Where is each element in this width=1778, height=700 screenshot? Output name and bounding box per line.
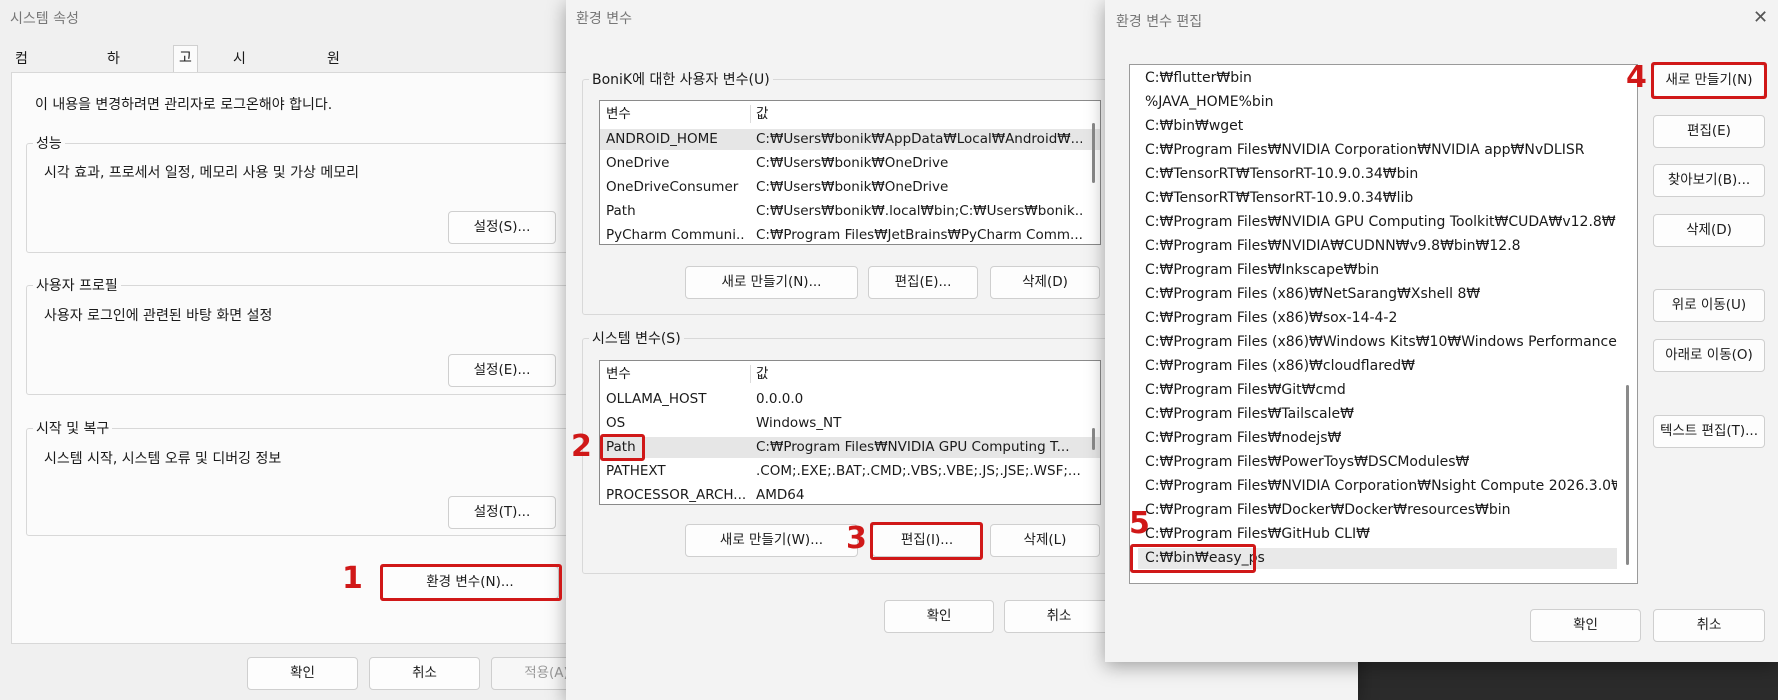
edit-text-button[interactable]: 텍스트 편집(T)...	[1653, 415, 1765, 448]
column-header-value[interactable]: 값	[756, 104, 768, 125]
step-3-label: 3	[846, 521, 867, 556]
list-item[interactable]: C:₩TensorRT₩TensorRT-10.9.0.34₩bin	[1138, 164, 1617, 185]
table-row[interactable]: PATHEXT .COM;.EXE;.BAT;.CMD;.VBS;.VBE;.J…	[600, 461, 1100, 482]
list-item[interactable]: C:₩Program Files₩nodejs₩	[1138, 428, 1617, 449]
list-header: 변수 값	[600, 364, 1100, 385]
list-item[interactable]: C:₩Program Files (x86)₩sox-14-4-2	[1138, 308, 1617, 329]
tab-computer-name[interactable]: 컴퓨터 이름	[10, 47, 33, 163]
tab-remote[interactable]: 원격	[322, 47, 345, 91]
startup-recovery-legend: 시작 및 복구	[36, 421, 110, 437]
highlight-system-edit-button	[870, 522, 983, 560]
user-variables-list[interactable]: 변수 값 ANDROID_HOME C:₩Users₩bonik₩AppData…	[599, 100, 1101, 245]
edit-button[interactable]: 편집(E)	[1653, 115, 1765, 148]
step-4-label: 4	[1626, 60, 1647, 95]
list-item[interactable]: C:₩Program Files (x86)₩NetSarang₩Xshell …	[1138, 284, 1617, 305]
performance-desc: 시각 효과, 프로세서 일정, 메모리 사용 및 가상 메모리	[44, 165, 359, 181]
close-icon[interactable]: ✕	[1753, 7, 1768, 28]
column-separator	[750, 365, 751, 383]
table-row[interactable]: ANDROID_HOME C:₩Users₩bonik₩AppData₩Loca…	[600, 129, 1100, 150]
list-header: 변수 값	[600, 104, 1100, 125]
dialog-title: 시스템 속성	[10, 11, 79, 27]
table-row[interactable]: OneDriveConsumer C:₩Users₩bonik₩OneDrive	[600, 177, 1100, 198]
dialog-title: 환경 변수	[576, 11, 632, 27]
user-profile-legend: 사용자 프로필	[36, 278, 118, 294]
system-variables-list[interactable]: 변수 값 OLLAMA_HOST 0.0.0.0 OS Windows_NT P…	[599, 360, 1101, 505]
table-row-path-selected[interactable]: Path C:₩Program Files₩NVIDIA GPU Computi…	[600, 437, 1100, 458]
browse-button[interactable]: 찾아보기(B)...	[1653, 164, 1765, 197]
user-new-button[interactable]: 새로 만들기(N)...	[685, 266, 858, 299]
table-row[interactable]: OS Windows_NT	[600, 413, 1100, 434]
ok-button[interactable]: 확인	[1530, 609, 1641, 642]
ok-button[interactable]: 확인	[884, 600, 994, 633]
table-row[interactable]: OneDrive C:₩Users₩bonik₩OneDrive	[600, 153, 1100, 174]
ok-button[interactable]: 확인	[247, 657, 358, 690]
table-row[interactable]: PyCharm Communi... C:₩Program Files₩JetB…	[600, 225, 1100, 244]
cancel-button[interactable]: 취소	[1653, 609, 1765, 642]
highlight-path-row	[600, 434, 645, 461]
system-new-button[interactable]: 새로 만들기(W)...	[685, 524, 858, 557]
column-header-value[interactable]: 값	[756, 364, 768, 385]
list-item[interactable]: C:₩bin₩wget	[1138, 116, 1617, 137]
highlight-new-button	[1651, 62, 1767, 99]
list-item[interactable]: C:₩Program Files₩NVIDIA₩CUDNN₩v9.8₩bin₩1…	[1138, 236, 1617, 257]
list-item[interactable]: C:₩flutter₩bin	[1138, 68, 1617, 89]
cancel-button[interactable]: 취소	[369, 657, 480, 690]
step-1-label: 1	[342, 561, 363, 596]
startup-recovery-settings-button[interactable]: 설정(T)...	[448, 496, 556, 529]
scrollbar-thumb[interactable]	[1626, 385, 1629, 565]
list-item[interactable]: C:₩TensorRT₩TensorRT-10.9.0.34₩lib	[1138, 188, 1617, 209]
scrollbar-thumb[interactable]	[1092, 428, 1095, 450]
column-header-variable[interactable]: 변수	[606, 104, 631, 125]
step-5-label: 5	[1129, 506, 1150, 541]
delete-button[interactable]: 삭제(D)	[1653, 214, 1765, 247]
dialog-title: 환경 변수 편집	[1116, 14, 1203, 30]
admin-note: 이 내용을 변경하려면 관리자로 로그온해야 합니다.	[35, 97, 333, 113]
list-item[interactable]: C:₩Program Files₩PowerToys₩DSCModules₩	[1138, 452, 1617, 473]
user-edit-button[interactable]: 편집(E)...	[868, 266, 978, 299]
list-item[interactable]: C:₩Program Files (x86)₩Windows Kits₩10₩W…	[1138, 332, 1617, 353]
user-profile-settings-button[interactable]: 설정(E)...	[448, 354, 556, 387]
tab-system-protection[interactable]: 시스템 보호	[228, 47, 251, 163]
list-item[interactable]: C:₩Program Files₩NVIDIA Corporation₩Nsig…	[1138, 476, 1617, 497]
column-header-variable[interactable]: 변수	[606, 364, 631, 385]
move-up-button[interactable]: 위로 이동(U)	[1653, 289, 1765, 322]
user-delete-button[interactable]: 삭제(D)	[990, 266, 1100, 299]
highlight-new-path-entry	[1130, 544, 1256, 573]
list-item[interactable]: %JAVA_HOME%bin	[1138, 92, 1617, 113]
list-item[interactable]: C:₩Program Files₩GitHub CLI₩	[1138, 524, 1617, 545]
tab-hardware[interactable]: 하드웨어	[102, 47, 125, 139]
system-variables-legend: 시스템 변수(S)	[592, 331, 681, 347]
column-separator	[750, 105, 751, 123]
path-list[interactable]: C:₩flutter₩bin %JAVA_HOME%bin C:₩bin₩wge…	[1129, 64, 1638, 584]
list-item[interactable]: C:₩Program Files₩NVIDIA Corporation₩NVID…	[1138, 140, 1617, 161]
user-variables-legend: BoniK에 대한 사용자 변수(U)	[592, 72, 770, 88]
user-profile-desc: 사용자 로그인에 관련된 바탕 화면 설정	[44, 308, 273, 324]
list-item[interactable]: C:₩Program Files₩Inkscape₩bin	[1138, 260, 1617, 281]
move-down-button[interactable]: 아래로 이동(O)	[1653, 339, 1765, 372]
list-item[interactable]: C:₩Program Files₩Docker₩Docker₩resources…	[1138, 500, 1617, 521]
system-delete-button[interactable]: 삭제(L)	[990, 524, 1100, 557]
highlight-environment-variables-button	[380, 564, 562, 601]
performance-settings-button[interactable]: 설정(S)...	[448, 211, 556, 244]
performance-legend: 성능	[36, 136, 62, 152]
tab-advanced[interactable]: 고급	[173, 45, 198, 90]
list-item[interactable]: C:₩Program Files (x86)₩cloudflared₩	[1138, 356, 1617, 377]
table-row[interactable]: OLLAMA_HOST 0.0.0.0	[600, 389, 1100, 410]
list-item[interactable]: C:₩Program Files₩Git₩cmd	[1138, 380, 1617, 401]
step-2-label: 2	[571, 429, 592, 464]
list-item[interactable]: C:₩Program Files₩Tailscale₩	[1138, 404, 1617, 425]
cancel-button[interactable]: 취소	[1004, 600, 1114, 633]
list-item[interactable]: C:₩Program Files₩NVIDIA GPU Computing To…	[1138, 212, 1617, 233]
startup-recovery-desc: 시스템 시작, 시스템 오류 및 디버깅 정보	[44, 451, 282, 467]
table-row[interactable]: Path C:₩Users₩bonik₩.local₩bin;C:₩Users₩…	[600, 201, 1100, 222]
table-row[interactable]: PROCESSOR_ARCH... AMD64	[600, 485, 1100, 504]
scrollbar-thumb[interactable]	[1092, 123, 1095, 183]
